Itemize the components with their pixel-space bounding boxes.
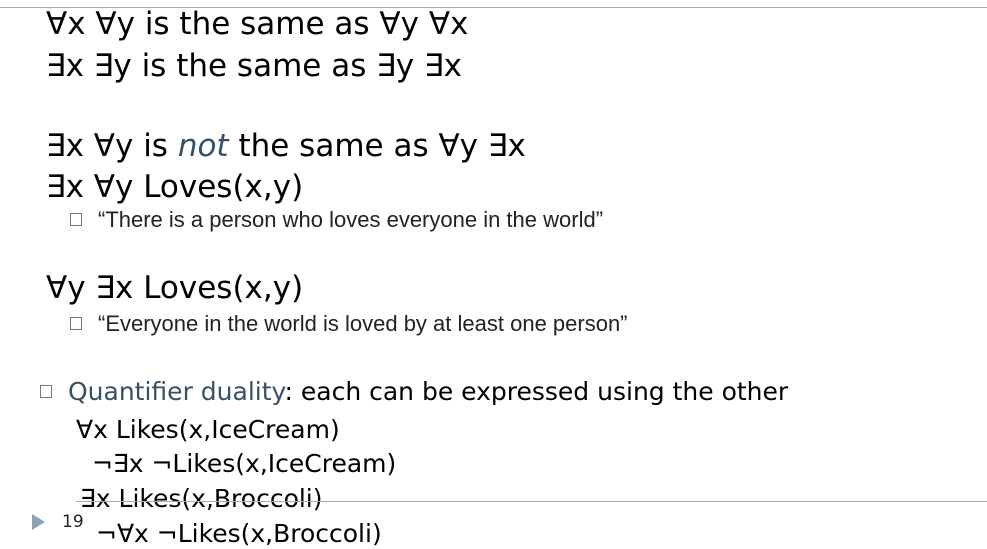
bullet-box-icon xyxy=(40,384,52,398)
explanation-item-1: “There is a person who loves everyone in… xyxy=(70,209,603,231)
statement-mixed-pre: ∃x ∀y is xyxy=(46,128,178,164)
statement-mixed-post: the same as ∀y ∃x xyxy=(228,128,526,164)
triangle-marker-icon xyxy=(32,514,45,530)
bullet-box-icon xyxy=(70,316,82,330)
formula-not-forall-not-likes-broccoli: ¬∀x ¬Likes(x,Broccoli) xyxy=(96,519,382,548)
bullet-box-icon xyxy=(70,212,82,226)
explanation-text-2: “Everyone in the world is loved by at le… xyxy=(98,311,628,336)
duality-label: Quantifier duality xyxy=(68,377,285,406)
explanation-item-2: “Everyone in the world is loved by at le… xyxy=(70,313,628,335)
formula-exists-likes-broccoli: ∃x Likes(x,Broccoli) xyxy=(80,484,323,513)
duality-description: : each can be expressed using the other xyxy=(284,377,789,406)
formula-not-exists-not-likes-icecream: ¬∃x ¬Likes(x,IceCream) xyxy=(92,449,397,478)
explanation-text-1: “There is a person who loves everyone in… xyxy=(98,207,604,232)
duality-bullet: Quantifier duality: each can be expresse… xyxy=(40,379,788,404)
formula-forall-exists-loves: ∀y ∃x Loves(x,y) xyxy=(46,270,304,306)
emphasis-not: not xyxy=(177,128,229,164)
statement-mixed-not-same: ∃x ∀y is not the same as ∀y ∃x xyxy=(46,131,526,162)
formula-exists-forall-loves: ∃x ∀y Loves(x,y) xyxy=(46,169,304,205)
statement-exists-commute: ∃x ∃y is the same as ∃y ∃x xyxy=(46,48,462,84)
page-number: 19 xyxy=(62,512,84,532)
formula-forall-likes-icecream: ∀x Likes(x,IceCream) xyxy=(76,415,340,444)
statement-forall-commute: ∀x ∀y is the same as ∀y ∀x xyxy=(46,6,469,42)
bottom-rule xyxy=(76,501,987,502)
